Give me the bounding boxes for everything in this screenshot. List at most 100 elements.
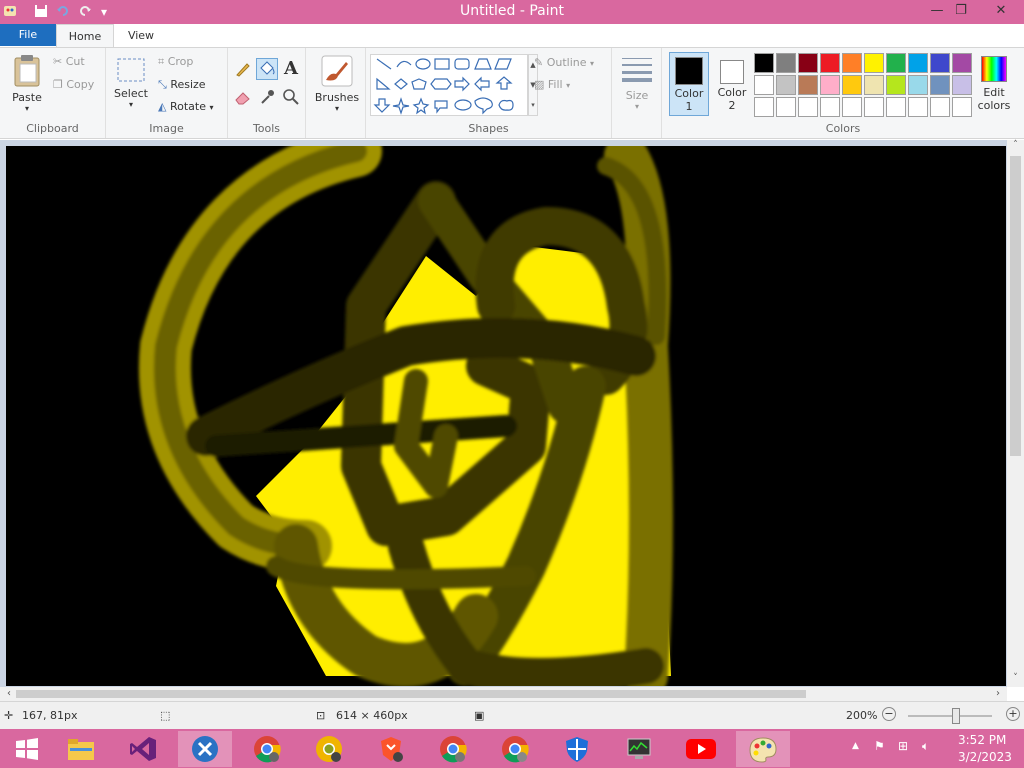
palette-swatch[interactable]	[798, 53, 818, 73]
zoom-out-button[interactable]: −	[882, 707, 896, 721]
size-button[interactable]: Size ▾	[618, 54, 656, 111]
horizontal-scroll-thumb[interactable]	[16, 690, 806, 698]
volume-icon[interactable]: 🔈︎	[922, 739, 929, 754]
palette-swatch[interactable]	[754, 75, 774, 95]
tools-taskbar-button[interactable]	[178, 731, 232, 767]
paste-button[interactable]: Paste ▾	[8, 54, 46, 113]
palette-swatch[interactable]	[908, 53, 928, 73]
color2-button[interactable]: Color 2	[713, 52, 751, 116]
palette-swatch[interactable]	[754, 97, 774, 117]
paste-chevron-down-icon: ▾	[24, 104, 29, 113]
palette-swatch[interactable]	[798, 97, 818, 117]
select-button[interactable]: Select ▾	[114, 56, 148, 109]
zoom-slider-thumb[interactable]	[952, 708, 960, 724]
palette-swatch[interactable]	[776, 97, 796, 117]
magnifier-icon[interactable]	[282, 88, 300, 109]
palette-swatch[interactable]	[930, 75, 950, 95]
text-tool-icon[interactable]: A	[284, 58, 298, 79]
palette-swatch[interactable]	[820, 75, 840, 95]
palette-swatch[interactable]	[886, 97, 906, 117]
clock-time[interactable]: 3:52 PM	[958, 733, 1006, 747]
palette-swatch[interactable]	[842, 97, 862, 117]
file-explorer-taskbar-button[interactable]	[54, 731, 108, 767]
drawing-canvas[interactable]	[6, 146, 1006, 686]
tab-view[interactable]: View	[116, 24, 166, 48]
chrome-taskbar-button[interactable]	[240, 731, 294, 767]
clock-date[interactable]: 3/2/2023	[958, 750, 1012, 764]
copy-button[interactable]: ❐ Copy	[53, 78, 94, 91]
rotate-button[interactable]: ◭ Rotate ▾	[158, 100, 214, 113]
task-manager-taskbar-button[interactable]	[612, 731, 666, 767]
close-button[interactable]: ✕	[986, 0, 1016, 22]
palette-swatch[interactable]	[952, 97, 972, 117]
vertical-scroll-thumb[interactable]	[1010, 156, 1021, 456]
resize-button[interactable]: ⤡ Resize	[158, 78, 206, 92]
scroll-left-chevron-icon[interactable]: ‹	[2, 687, 16, 701]
palette-swatch[interactable]	[952, 53, 972, 73]
fill-bucket-icon[interactable]	[256, 58, 278, 80]
horizontal-scrollbar[interactable]: ‹ ›	[0, 687, 1007, 701]
crop-button[interactable]: ⌗ Crop	[158, 55, 193, 69]
palette-swatch[interactable]	[864, 53, 884, 73]
palette-swatch[interactable]	[842, 53, 862, 73]
scroll-down-chevron-icon[interactable]: ˅	[1007, 673, 1024, 687]
cut-label: Cut	[65, 55, 85, 68]
palette-swatch[interactable]	[820, 53, 840, 73]
show-hidden-icons-chevron-up-icon[interactable]: ▲	[852, 741, 859, 751]
flag-icon[interactable]: ⚑	[874, 739, 885, 753]
palette-swatch[interactable]	[842, 75, 862, 95]
palette-swatch[interactable]	[908, 97, 928, 117]
chrome-profile2-taskbar-button[interactable]	[488, 731, 542, 767]
outline-label: Outline	[546, 56, 587, 69]
palette-swatch[interactable]	[886, 53, 906, 73]
selection-size-icon: ⬚	[160, 709, 171, 722]
palette-swatch[interactable]	[798, 75, 818, 95]
palette-swatch[interactable]	[930, 97, 950, 117]
pencil-icon[interactable]	[234, 60, 252, 81]
defender-taskbar-button[interactable]	[550, 731, 604, 767]
palette-swatch[interactable]	[776, 75, 796, 95]
outline-icon: ✎	[534, 56, 544, 69]
palette-swatch[interactable]	[908, 75, 928, 95]
network-icon[interactable]: ⊞	[898, 739, 908, 753]
palette-swatch[interactable]	[930, 53, 950, 73]
chrome-canary-taskbar-button[interactable]	[302, 731, 356, 767]
shapes-gallery[interactable]	[370, 54, 528, 116]
chrome-profile-taskbar-button[interactable]	[426, 731, 480, 767]
size-group: Size ▾	[612, 48, 662, 138]
paint-taskbar-button[interactable]	[736, 731, 790, 767]
restore-button[interactable]: ❐	[946, 0, 976, 22]
zoom-slider[interactable]	[908, 715, 992, 717]
palette-swatch[interactable]	[820, 97, 840, 117]
brave-taskbar-button[interactable]	[364, 731, 418, 767]
youtube-taskbar-button[interactable]	[674, 731, 728, 767]
outline-button[interactable]: ✎ Outline ▾	[534, 56, 594, 69]
color-picker-icon[interactable]	[258, 88, 276, 109]
palette-swatch[interactable]	[776, 53, 796, 73]
brave-icon	[381, 737, 403, 762]
palette-swatch[interactable]	[754, 53, 774, 73]
eraser-icon[interactable]	[234, 88, 252, 109]
canvas-size: 614 × 460px	[336, 709, 408, 722]
palette-swatch[interactable]	[952, 75, 972, 95]
brushes-button[interactable]: Brushes ▾	[314, 54, 360, 113]
color1-button[interactable]: Color 1	[669, 52, 709, 116]
color1-swatch	[675, 57, 703, 85]
copy-label: Copy	[66, 78, 95, 91]
visual-studio-taskbar-button[interactable]	[116, 731, 170, 767]
edit-colors-button[interactable]: Edit colors	[974, 52, 1014, 116]
palette-swatch[interactable]	[864, 75, 884, 95]
scroll-right-chevron-icon[interactable]: ›	[991, 687, 1005, 701]
tab-home[interactable]: Home	[56, 24, 114, 48]
zoom-in-button[interactable]: +	[1006, 707, 1020, 721]
edit-colors-label-line2: colors	[977, 99, 1011, 112]
tab-file[interactable]: File	[0, 24, 56, 46]
cut-button[interactable]: ✂ Cut	[53, 55, 85, 68]
folder-icon	[68, 739, 94, 760]
palette-swatch[interactable]	[886, 75, 906, 95]
scroll-up-chevron-icon[interactable]: ˄	[1007, 140, 1024, 154]
palette-swatch[interactable]	[864, 97, 884, 117]
start-button[interactable]	[0, 731, 54, 767]
vertical-scrollbar[interactable]: ˄ ˅	[1007, 140, 1024, 687]
fill-button[interactable]: ▨ Fill ▾	[534, 78, 570, 91]
